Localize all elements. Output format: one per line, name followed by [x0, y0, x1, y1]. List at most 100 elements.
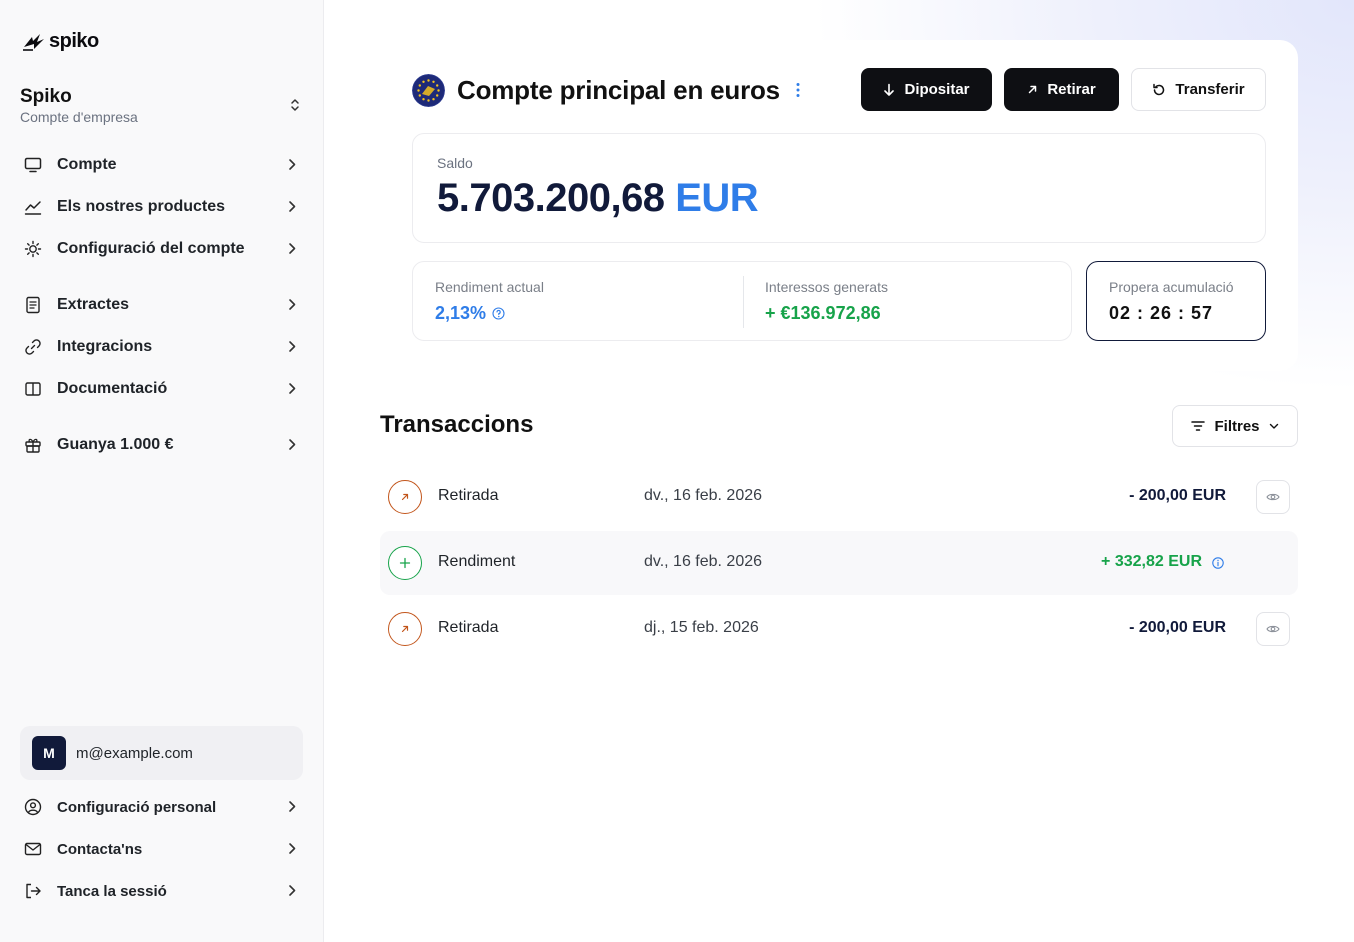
- transfer-button[interactable]: Transferir: [1131, 68, 1266, 111]
- balance-panel: Saldo 5.703.200,68 EUR: [412, 133, 1266, 243]
- transactions-title: Transaccions: [380, 411, 534, 438]
- sidebar-item-label: Documentació: [57, 380, 168, 397]
- table-row[interactable]: Retirada dv., 16 feb. 2026 - 200,00 EUR: [380, 465, 1298, 529]
- view-details-button[interactable]: [1256, 612, 1290, 646]
- accrual-countdown: 02 : 26 : 57: [1109, 303, 1214, 323]
- transaction-amount: - 200,00 EUR: [1129, 619, 1226, 636]
- filters-button[interactable]: Filtres: [1172, 405, 1298, 447]
- transaction-type: Rendiment: [438, 553, 516, 570]
- sidebar-item-label: Integracions: [57, 338, 153, 355]
- account-card: Compte principal en euros Dipositar Reti…: [380, 40, 1298, 371]
- yield-label: Rendiment actual: [435, 279, 544, 295]
- table-row[interactable]: Rendiment dv., 16 feb. 2026 + 332,82 EUR: [380, 531, 1298, 595]
- transfer-button-label: Transferir: [1175, 81, 1245, 98]
- filter-icon: [1191, 421, 1206, 431]
- chevron-right-icon: [289, 341, 296, 352]
- sidebar-item-label: Extractes: [57, 296, 130, 313]
- chevron-right-icon: [289, 159, 296, 170]
- logout-icon: [20, 882, 48, 900]
- logo-text: spiko: [49, 30, 99, 52]
- sidebar-item-label: Configuració personal: [57, 798, 217, 816]
- chevron-right-icon: [289, 885, 296, 896]
- main-content: Compte principal en euros Dipositar Reti…: [324, 0, 1354, 942]
- stat-divider: [743, 276, 744, 328]
- chevron-right-icon: [289, 299, 296, 310]
- info-circle-icon[interactable]: [1212, 557, 1224, 569]
- yield-value-group: 2,13%: [435, 303, 505, 324]
- sun-gear-icon: [20, 240, 48, 258]
- eye-icon: [1266, 493, 1280, 501]
- filters-button-label: Filtres: [1214, 417, 1260, 435]
- chevron-down-icon: [1269, 423, 1278, 429]
- eu-flag-icon: [412, 73, 445, 107]
- balance-label: Saldo: [437, 155, 473, 171]
- chevron-right-icon: [289, 201, 296, 212]
- transaction-amount: - 200,00 EUR: [1129, 487, 1226, 504]
- sidebar-item-integrations[interactable]: Integracions: [20, 329, 304, 365]
- sidebar-item-account-settings[interactable]: Configuració del compte: [20, 231, 304, 267]
- monitor-icon: [20, 156, 48, 174]
- transaction-date: dj., 15 feb. 2026: [644, 619, 759, 636]
- more-options-icon[interactable]: [796, 82, 800, 98]
- balance-value: 5.703.200,68 EUR: [437, 176, 759, 221]
- chevron-up-down-icon: [291, 99, 299, 111]
- sidebar: spiko Spiko Compte d'empresa Compte Els …: [0, 0, 324, 942]
- organization-subtitle: Compte d'empresa: [20, 109, 138, 125]
- withdraw-button[interactable]: Retirar: [1004, 68, 1119, 111]
- organization-name: Spiko: [20, 86, 72, 107]
- withdrawal-arrow-icon: [388, 612, 422, 646]
- table-row[interactable]: Retirada dj., 15 feb. 2026 - 200,00 EUR: [380, 597, 1298, 661]
- sidebar-item-documentation[interactable]: Documentació: [20, 371, 304, 407]
- sidebar-item-products[interactable]: Els nostres productes: [20, 189, 304, 225]
- sidebar-item-contact[interactable]: Contacta'ns: [20, 831, 304, 867]
- withdraw-button-label: Retirar: [1047, 81, 1096, 98]
- yield-value: 2,13%: [435, 303, 487, 323]
- sidebar-item-logout[interactable]: Tanca la sessió: [20, 873, 304, 909]
- sidebar-item-compte[interactable]: Compte: [20, 147, 304, 183]
- book-icon: [20, 380, 48, 398]
- link-icon: [20, 338, 48, 356]
- balance-amount: 5.703.200,68: [437, 176, 665, 220]
- gift-icon: [20, 436, 48, 454]
- sidebar-item-personal-settings[interactable]: Configuració personal: [20, 789, 304, 825]
- spiko-logo[interactable]: spiko: [22, 30, 99, 53]
- account-title: Compte principal en euros: [457, 74, 780, 105]
- chevron-right-icon: [289, 243, 296, 254]
- spiko-logo-icon: [23, 33, 44, 51]
- sidebar-item-label: Configuració del compte: [57, 240, 245, 257]
- transaction-date: dv., 16 feb. 2026: [644, 487, 763, 504]
- sidebar-item-statements[interactable]: Extractes: [20, 287, 304, 323]
- interest-label: Interessos generats: [765, 279, 888, 295]
- chevron-right-icon: [289, 383, 296, 394]
- chevron-right-icon: [289, 439, 296, 450]
- arrow-up-right-icon: [1029, 85, 1037, 94]
- user-circle-icon: [20, 798, 48, 816]
- document-icon: [20, 296, 48, 314]
- arrow-down-icon: [884, 83, 895, 96]
- avatar: M: [32, 736, 66, 770]
- transaction-type: Retirada: [438, 619, 499, 636]
- stats-panel: Rendiment actual 2,13% Interessos genera…: [412, 261, 1072, 341]
- deposit-button[interactable]: Dipositar: [861, 68, 992, 111]
- transaction-date: dv., 16 feb. 2026: [644, 553, 763, 570]
- sidebar-item-label: Guanya 1.000 €: [57, 436, 174, 453]
- refresh-icon: [1153, 83, 1165, 95]
- help-circle-icon[interactable]: [492, 307, 505, 320]
- interest-value: + €136.972,86: [765, 303, 881, 323]
- next-accrual-panel: Propera acumulació 02 : 26 : 57: [1086, 261, 1266, 341]
- eye-icon: [1266, 625, 1280, 633]
- chevron-right-icon: [289, 801, 296, 812]
- deposit-button-label: Dipositar: [904, 81, 970, 98]
- user-card[interactable]: M m@example.com: [20, 726, 303, 780]
- sidebar-item-label: Els nostres productes: [57, 198, 226, 215]
- view-details-button[interactable]: [1256, 480, 1290, 514]
- yield-plus-icon: [388, 546, 422, 580]
- account-header: Compte principal en euros: [412, 73, 800, 107]
- sidebar-item-label: Contacta'ns: [57, 840, 143, 858]
- user-email: m@example.com: [76, 744, 193, 762]
- sidebar-item-label: Tanca la sessió: [57, 882, 167, 900]
- sidebar-item-referral[interactable]: Guanya 1.000 €: [20, 427, 304, 463]
- transaction-amount: + 332,82 EUR: [1101, 553, 1202, 570]
- accrual-label: Propera acumulació: [1109, 279, 1234, 295]
- organization-switcher[interactable]: Spiko Compte d'empresa: [20, 86, 304, 128]
